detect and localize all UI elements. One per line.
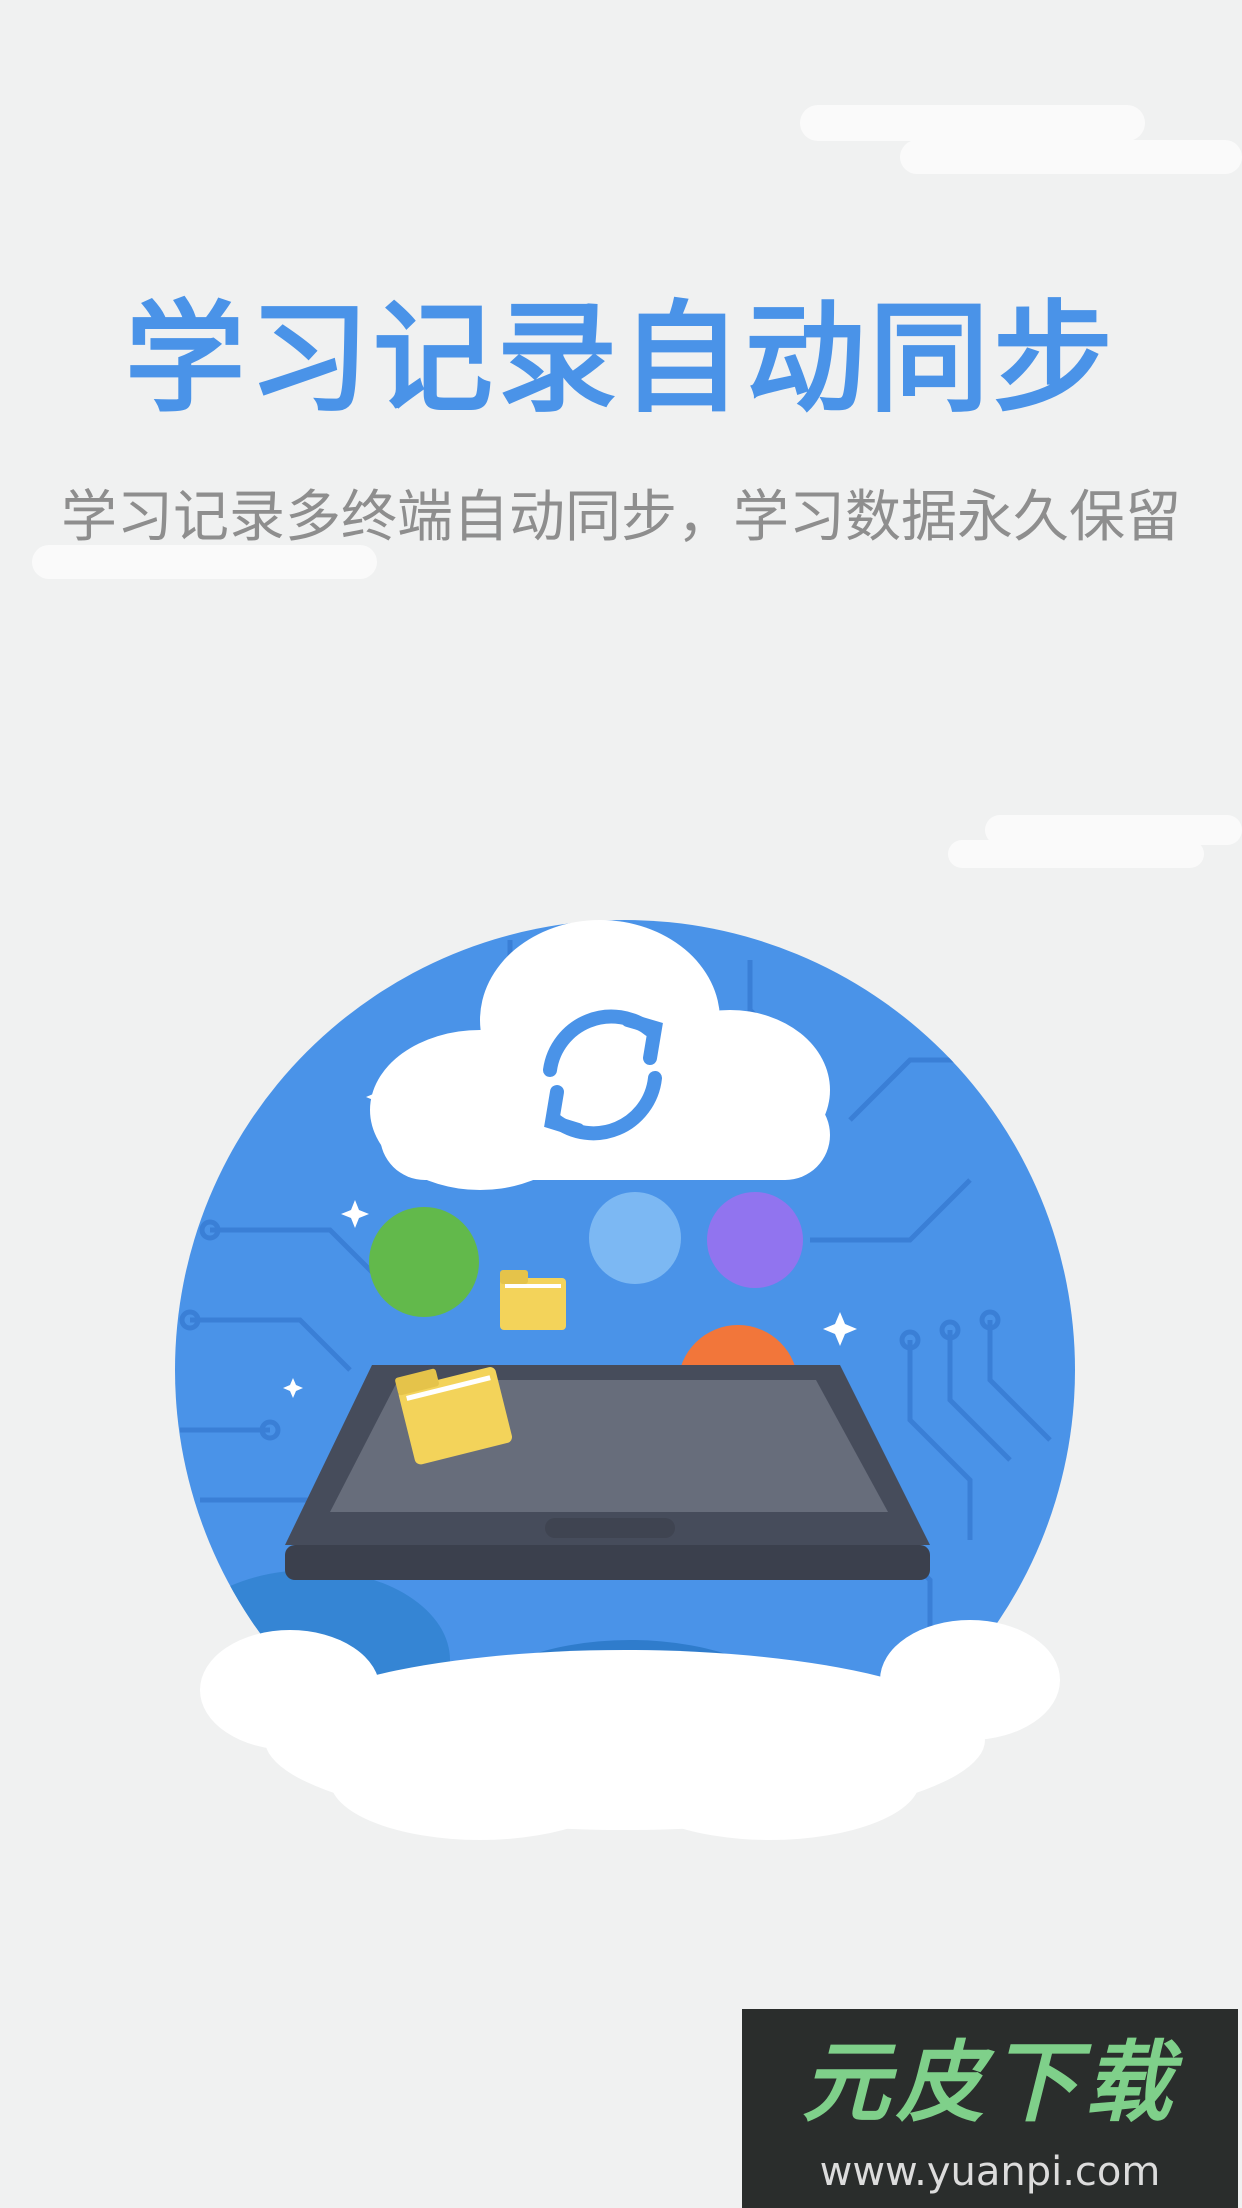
watermark-logo: 元皮下载 xyxy=(801,2031,1178,2134)
folder-icon xyxy=(500,1270,566,1330)
page-subtitle: 学习记录多终端自动同步，学习数据永久保留 xyxy=(61,485,1181,550)
cloud-streak xyxy=(900,140,1242,174)
page-title: 学习记录自动同步 xyxy=(125,290,1117,429)
green-dot xyxy=(369,1207,479,1317)
sync-illustration xyxy=(175,920,1075,1840)
watermark-badge: 元皮下载 www.yuanpi.com xyxy=(742,2009,1238,2208)
base-clouds xyxy=(200,1620,1060,1840)
cloud-streak xyxy=(800,105,1145,141)
light-blue-dot xyxy=(589,1192,681,1284)
tablet-icon xyxy=(285,1365,930,1580)
purple-dot xyxy=(707,1192,803,1288)
cloud-streak xyxy=(948,840,1204,868)
watermark-url: www.yuanpi.com xyxy=(819,2149,1161,2195)
